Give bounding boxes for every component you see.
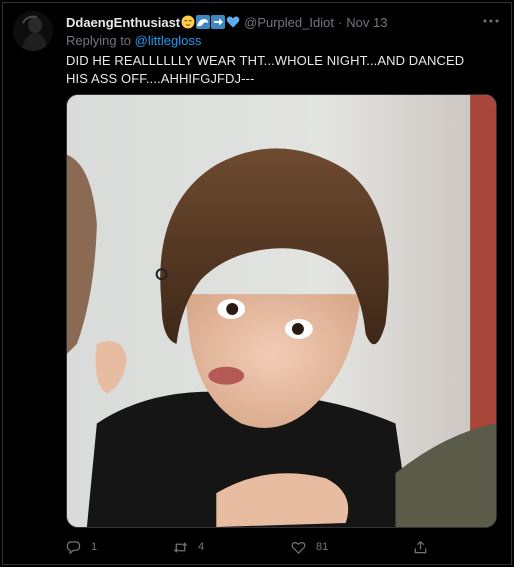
share-icon (413, 540, 428, 555)
water-wave-emoji (196, 15, 211, 29)
more-options-icon[interactable] (482, 14, 500, 28)
tweet-header: DdaengEnthusiast @Purpled_Idiot · Nov 13 (66, 13, 474, 31)
reply-mention-link[interactable]: @littlegloss (135, 33, 202, 48)
retweet-button[interactable]: 4 (173, 537, 204, 557)
tweet-actions: 1 4 81 (62, 537, 432, 557)
tweet-date[interactable]: Nov 13 (346, 15, 387, 30)
tweet-media-photo[interactable] (66, 94, 497, 528)
blue-heart-emoji (226, 15, 240, 29)
reply-prefix: Replying to (66, 33, 132, 48)
retweet-count: 4 (198, 541, 205, 553)
replying-to: Replying to @littlegloss (66, 33, 201, 48)
separator-dot: · (337, 14, 343, 30)
like-count: 81 (316, 541, 329, 553)
reply-button[interactable]: 1 (66, 537, 97, 557)
like-button[interactable]: 81 (291, 537, 328, 557)
tweet-text: DID HE REALLLLLLY WEAR THT...WHOLE NIGHT… (66, 53, 465, 86)
retweet-icon (173, 540, 188, 555)
display-name[interactable]: DdaengEnthusiast (66, 15, 180, 30)
relieved-face-emoji (181, 15, 195, 29)
right-arrow-emoji (211, 15, 226, 29)
heart-icon (291, 540, 306, 555)
reply-icon (66, 540, 81, 555)
user-handle[interactable]: @Purpled_Idiot (244, 15, 334, 30)
avatar[interactable] (13, 11, 53, 51)
reply-count: 1 (91, 541, 98, 553)
share-button[interactable] (413, 537, 428, 557)
